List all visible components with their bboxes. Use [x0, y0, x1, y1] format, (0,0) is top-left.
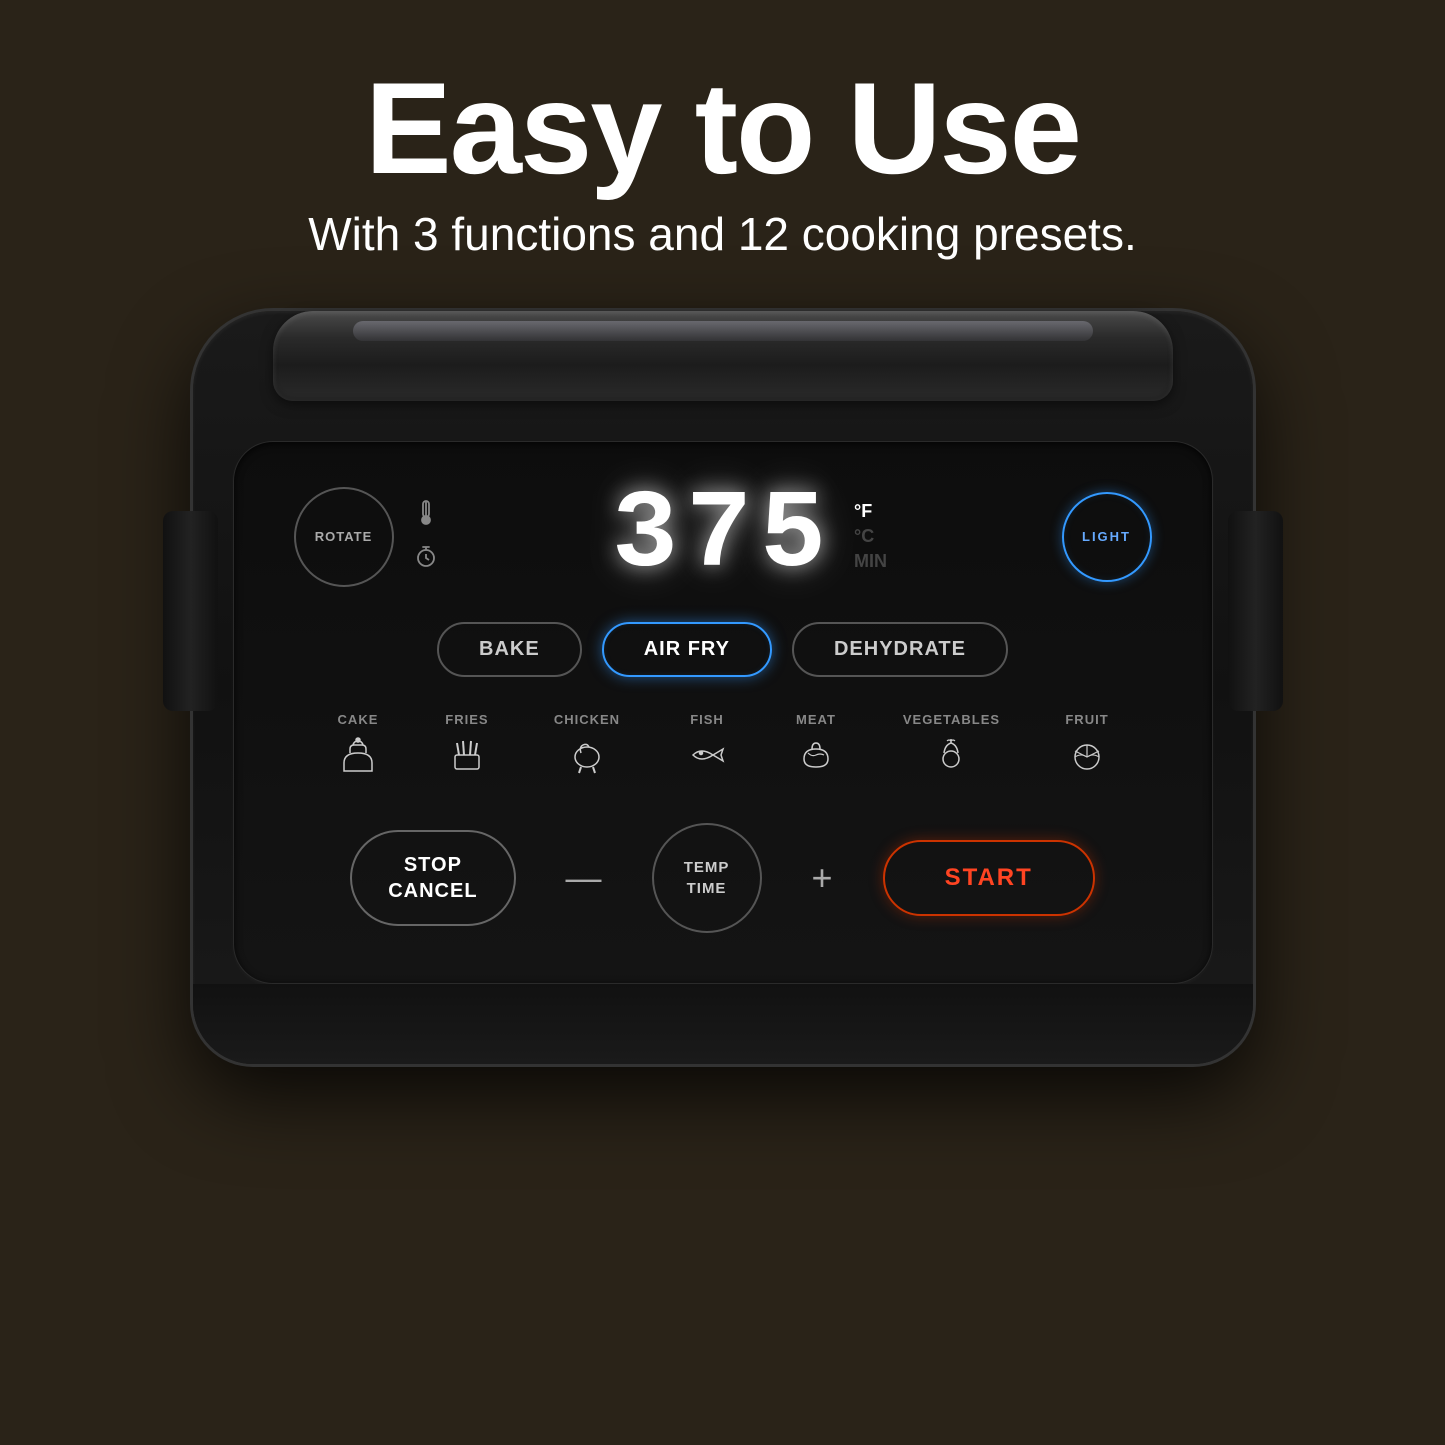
preset-fish[interactable]: FISH: [685, 712, 729, 783]
appliance: ROTATE: [193, 311, 1253, 1064]
meat-label: MEAT: [796, 712, 836, 727]
preset-fruit[interactable]: FRUIT: [1065, 712, 1109, 783]
minus-button[interactable]: —: [556, 857, 612, 899]
temperature-readout: 375: [612, 482, 834, 592]
rotate-button[interactable]: ROTATE: [294, 487, 394, 587]
display-row: ROTATE: [294, 482, 1152, 592]
air-fry-button[interactable]: AIR FRY: [602, 622, 772, 677]
preset-vegetables[interactable]: VEGETABLES: [903, 712, 1000, 783]
stop-cancel-button[interactable]: STOP CANCEL: [350, 830, 515, 926]
preset-meat[interactable]: MEAT: [794, 712, 838, 783]
preset-chicken[interactable]: CHICKEN: [554, 712, 620, 783]
fruit-label: FRUIT: [1065, 712, 1108, 727]
chicken-label: CHICKEN: [554, 712, 620, 727]
fruit-icon: [1065, 733, 1109, 783]
vegetables-icon: [929, 733, 973, 783]
timer-icon: [414, 545, 438, 575]
presets-row: CAKE FRIES CHICKEN: [294, 712, 1152, 783]
fahrenheit-unit: °F: [854, 501, 887, 522]
appliance-body: ROTATE: [193, 311, 1253, 1064]
fries-icon: [445, 733, 489, 783]
unit-display: °F °C MIN: [854, 501, 887, 572]
cake-icon: [336, 733, 380, 783]
dehydrate-button[interactable]: DEHYDRATE: [792, 622, 1008, 677]
controls-row: STOP CANCEL — TEMP TIME + START: [294, 823, 1152, 933]
hero-section: Easy to Use With 3 functions and 12 cook…: [308, 0, 1136, 291]
fries-label: FRIES: [445, 712, 488, 727]
fish-label: FISH: [690, 712, 724, 727]
temperature-icon: [415, 499, 437, 533]
digital-display: 375 °F °C MIN: [438, 482, 1062, 592]
hero-title: Easy to Use: [308, 60, 1136, 197]
preset-cake[interactable]: CAKE: [336, 712, 380, 783]
function-buttons-row: BAKE AIR FRY DEHYDRATE: [294, 622, 1152, 677]
temp-time-button[interactable]: TEMP TIME: [652, 823, 762, 933]
cake-label: CAKE: [338, 712, 379, 727]
celsius-unit: °C: [854, 526, 887, 547]
meat-icon: [794, 733, 838, 783]
bake-button[interactable]: BAKE: [437, 622, 582, 677]
appliance-lid: [273, 311, 1173, 401]
vegetables-label: VEGETABLES: [903, 712, 1000, 727]
plus-button[interactable]: +: [802, 857, 843, 899]
start-button[interactable]: START: [883, 840, 1095, 916]
hero-subtitle: With 3 functions and 12 cooking presets.: [308, 207, 1136, 261]
light-button[interactable]: LIGHT: [1062, 492, 1152, 582]
appliance-base: [193, 984, 1253, 1064]
fish-icon: [685, 733, 729, 783]
mode-icons: [414, 499, 438, 575]
control-panel: ROTATE: [233, 441, 1213, 984]
minute-unit: MIN: [854, 551, 887, 572]
chicken-icon: [565, 733, 609, 783]
preset-fries[interactable]: FRIES: [445, 712, 489, 783]
